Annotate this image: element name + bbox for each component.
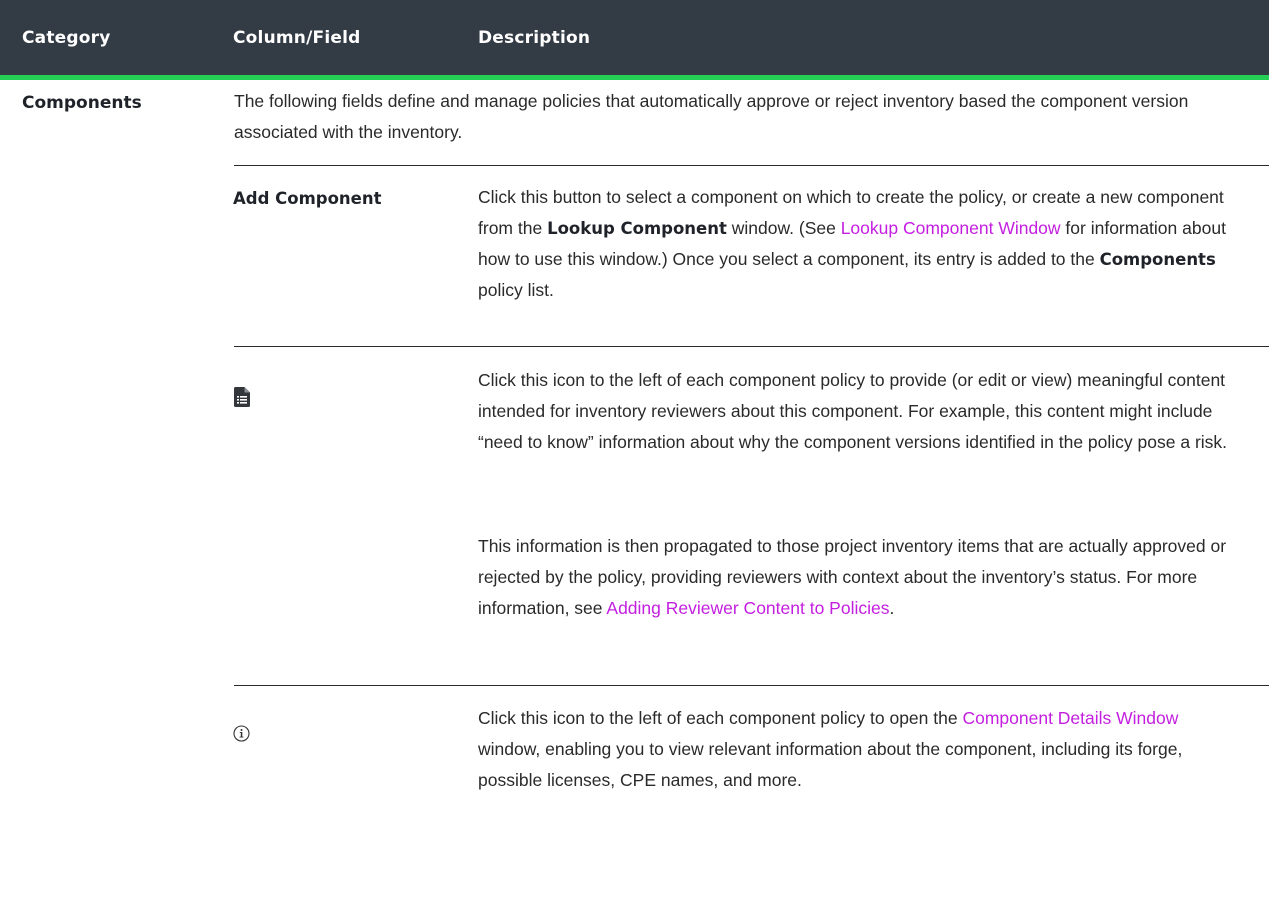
- row-divider: [234, 346, 1269, 347]
- header-description: Description: [478, 28, 591, 48]
- row-divider: [234, 165, 1269, 166]
- row-divider: [234, 685, 1269, 686]
- add-component-description: Click this button to select a component …: [478, 187, 1226, 300]
- field-add-component: Add Component: [233, 189, 382, 208]
- reviewer-content-description-2: This information is then propagated to t…: [478, 536, 1227, 618]
- component-details-window-link[interactable]: Component Details Window: [962, 708, 1178, 728]
- header-category: Category: [22, 28, 111, 48]
- header-column-field: Column/Field: [233, 28, 361, 48]
- category-intro: The following fields define and manage p…: [234, 91, 1189, 142]
- lookup-component-window-link[interactable]: Lookup Component Window: [841, 218, 1061, 238]
- document-list-icon[interactable]: [234, 387, 250, 412]
- components-term: Components: [1099, 250, 1216, 269]
- lookup-component-term: Lookup Component: [547, 219, 727, 238]
- category-components: Components: [22, 93, 142, 113]
- document-list-icon-svg: [234, 387, 250, 407]
- reviewer-content-description: Click this icon to the left of each comp…: [478, 370, 1228, 452]
- info-circle-icon[interactable]: [233, 725, 250, 747]
- adding-reviewer-content-link[interactable]: Adding Reviewer Content to Policies: [606, 598, 889, 618]
- table-header: Category Column/Field Description: [0, 0, 1269, 80]
- info-circle-icon-svg: [233, 725, 250, 742]
- component-details-description: Click this icon to the left of each comp…: [478, 708, 1183, 790]
